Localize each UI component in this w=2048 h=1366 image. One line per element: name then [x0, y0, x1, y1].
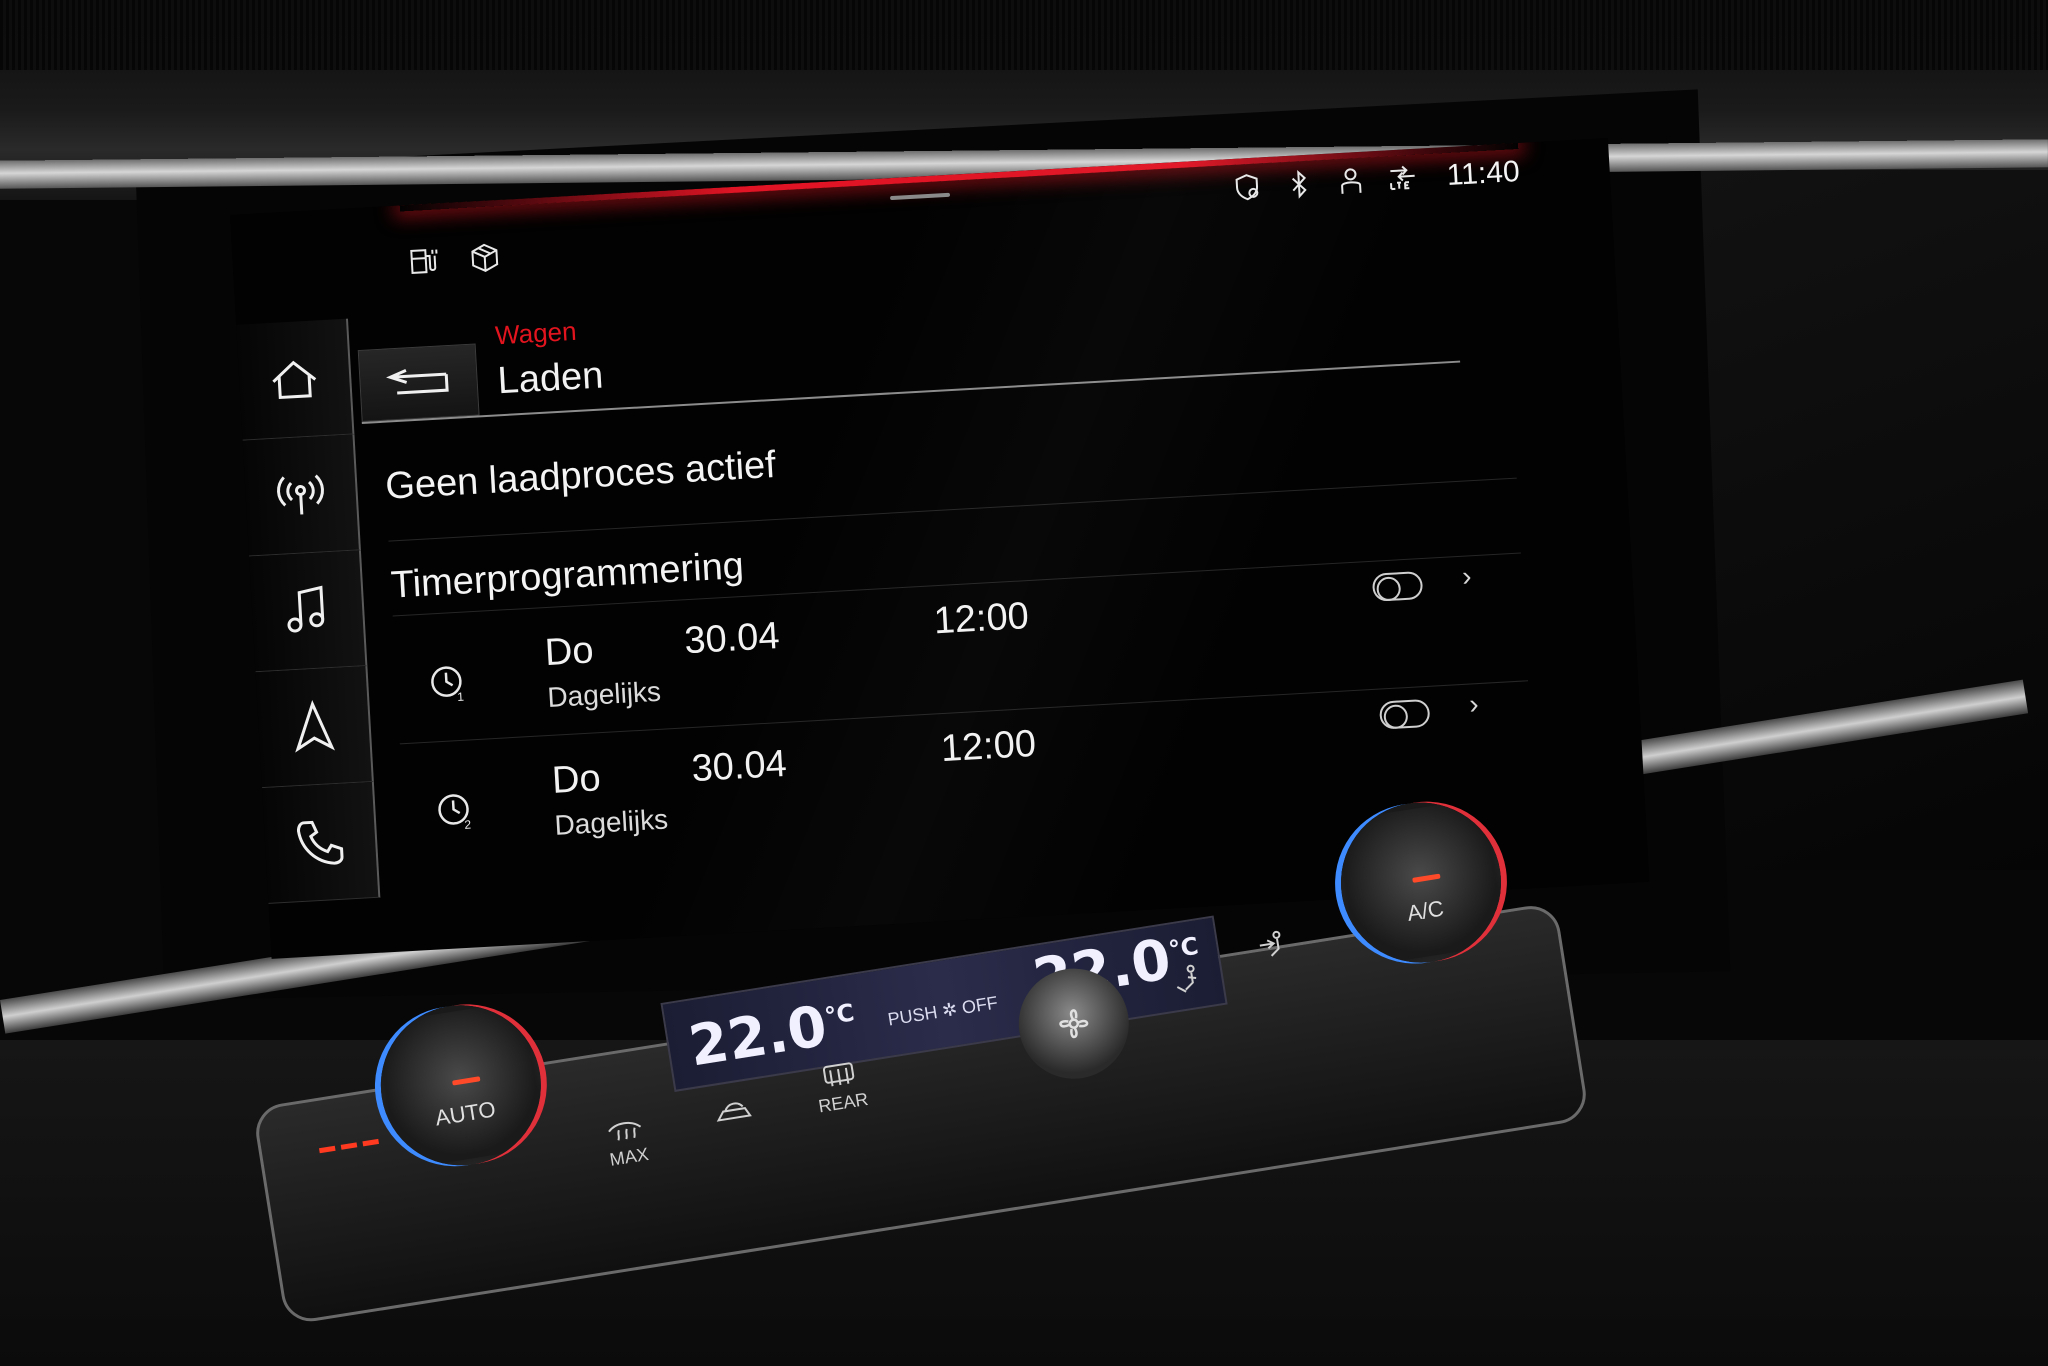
nav-phone[interactable]	[262, 781, 381, 904]
navigation-arrow-icon	[295, 699, 335, 753]
svg-text:2: 2	[464, 817, 472, 831]
air-vent	[0, 0, 2048, 70]
auto-label: AUTO	[433, 1096, 498, 1131]
auto-indicator-light	[452, 1076, 481, 1086]
timer-day: Do	[550, 757, 602, 802]
music-note-icon	[287, 585, 325, 633]
back-button[interactable]	[357, 343, 480, 422]
phone-icon	[296, 820, 344, 865]
timer-1-icon: 1	[431, 666, 465, 704]
chevron-right-icon[interactable]: ›	[1468, 688, 1479, 720]
timer-toggle[interactable]	[1371, 571, 1424, 602]
timer-repeat: Dagelijks	[553, 803, 669, 841]
privacy-shield-icon	[1235, 174, 1259, 201]
home-icon	[272, 360, 317, 399]
quick-icons	[407, 240, 503, 279]
air-to-feet-button[interactable]	[1138, 934, 1239, 1027]
pull-down-handle[interactable]	[889, 192, 951, 201]
max-label: MAX	[608, 1143, 650, 1170]
timer-day: Do	[543, 629, 595, 675]
chevron-right-icon[interactable]: ›	[1461, 560, 1472, 592]
svg-text:1: 1	[457, 690, 465, 704]
nav-navigation[interactable]	[255, 666, 374, 789]
max-defrost-button[interactable]: MAX	[576, 1094, 677, 1187]
clock: 11:40	[1445, 154, 1521, 192]
air-to-body-button[interactable]	[1223, 900, 1324, 993]
user-profile-icon	[1341, 168, 1362, 194]
back-arrow-icon	[386, 369, 449, 395]
airflow-feet-icon	[1176, 964, 1197, 993]
timer-repeat: Dagelijks	[546, 675, 662, 714]
ac-label: A/C	[1405, 895, 1446, 926]
ac-indicator-light	[1412, 873, 1441, 883]
bluetooth-icon	[1292, 169, 1307, 199]
radio-antenna-icon	[276, 474, 324, 515]
package-icon[interactable]	[467, 240, 503, 276]
nav-radio[interactable]	[242, 434, 361, 557]
fan-icon	[1059, 1009, 1089, 1039]
charging-station-icon[interactable]	[407, 243, 443, 279]
lte-signal-icon	[1390, 165, 1415, 191]
timer-time: 12:00	[932, 595, 1030, 643]
rear-defrost-button[interactable]: REAR	[790, 1039, 891, 1132]
nav-media[interactable]	[249, 550, 368, 673]
car-recirculation-icon	[716, 1102, 752, 1122]
timer-toggle[interactable]	[1378, 698, 1431, 730]
timer-date: 30.04	[690, 742, 788, 791]
page-title: Laden	[496, 354, 605, 403]
nav-home[interactable]	[236, 318, 355, 441]
breadcrumb[interactable]: Wagen	[494, 316, 577, 351]
recirculation-button[interactable]	[683, 1066, 784, 1159]
timer-date: 30.04	[683, 615, 781, 663]
timer-2-icon: 2	[438, 794, 472, 832]
timer-time: 12:00	[939, 722, 1038, 771]
airflow-body-icon	[1259, 930, 1281, 957]
fan-off-label: PUSH ✲ OFF	[886, 992, 1000, 1030]
